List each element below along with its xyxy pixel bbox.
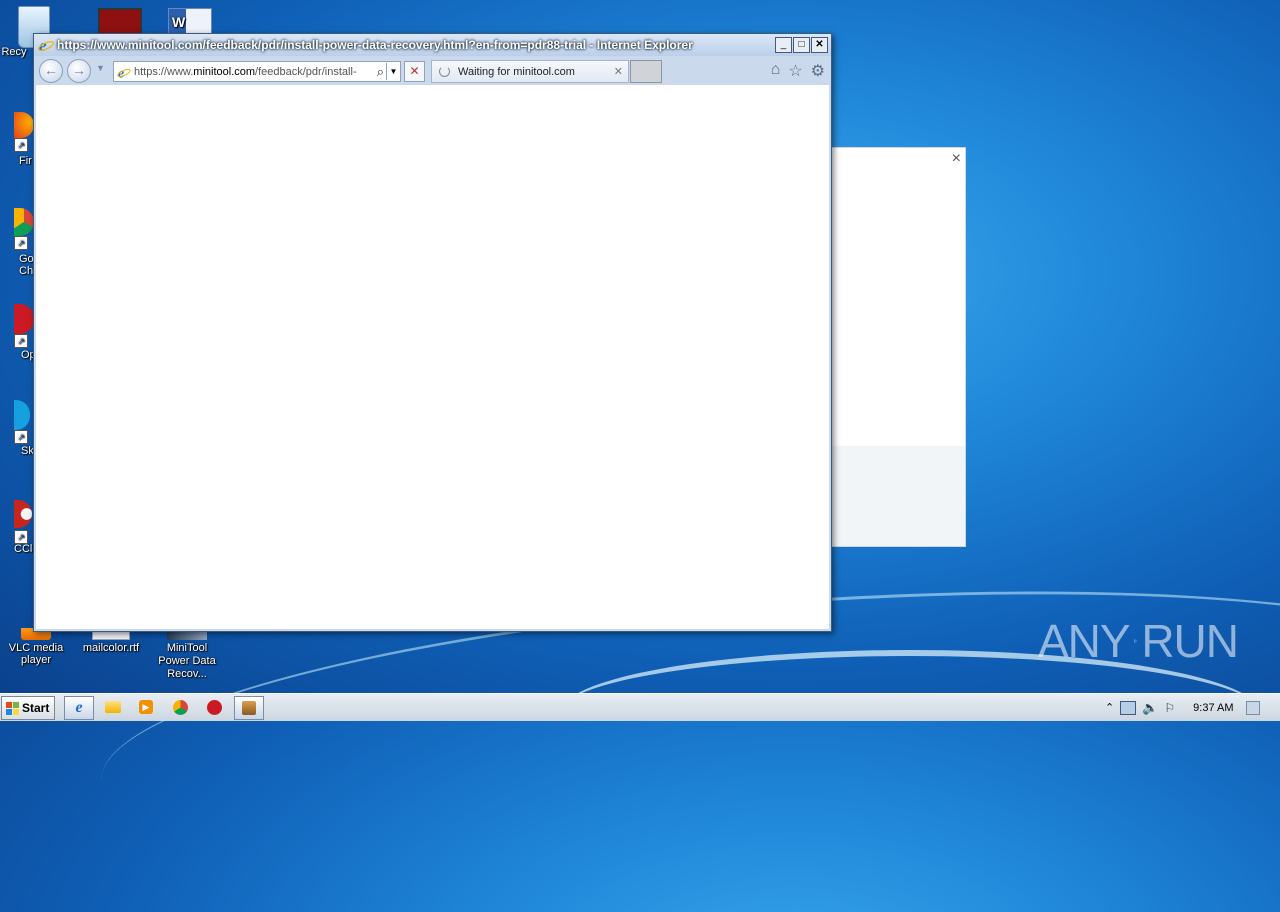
shortcut-arrow-icon: ↗ <box>14 430 28 444</box>
taskbar-explorer[interactable] <box>99 696 127 718</box>
opera-icon <box>206 699 222 715</box>
taskbar-ie[interactable]: e <box>64 696 94 720</box>
shortcut-arrow-icon: ↗ <box>14 236 28 250</box>
network-icon[interactable] <box>1120 700 1137 715</box>
desktop-icon-vlc[interactable]: VLC media player <box>4 628 68 666</box>
search-icon[interactable]: ⌕ <box>377 64 384 80</box>
desktop-icon-firefox[interactable]: ↗ Fir <box>14 112 34 167</box>
taskbar-opera[interactable] <box>200 696 228 718</box>
maximize-button[interactable]: □ <box>793 37 810 53</box>
taskbar: Start e ▶ ⌃ 🔈 ⚐ 9:37 AM <box>0 693 1280 721</box>
show-hidden-icons-icon[interactable]: ⌃ <box>1105 701 1114 714</box>
desktop-icon-label: mailcolor.rtf <box>82 642 140 654</box>
back-button[interactable]: ← <box>39 59 63 83</box>
chrome-icon <box>14 208 34 236</box>
favorites-star-icon[interactable]: ☆ <box>788 61 802 81</box>
ccleaner-icon <box>14 500 32 528</box>
background-dialog: × <box>830 147 966 547</box>
action-center-flag-icon[interactable]: ⚐ <box>1164 701 1175 715</box>
media-player-icon: ▶ <box>139 700 153 714</box>
chrome-icon <box>172 699 188 715</box>
ie-taskbar-icon: e <box>75 699 83 716</box>
desktop-icon-label: Recy <box>1 46 27 58</box>
shortcut-arrow-icon: ↗ <box>14 334 28 348</box>
address-url[interactable]: https://www.minitool.com/feedback/pdr/in… <box>134 66 377 78</box>
loading-spinner-icon <box>439 66 450 77</box>
forward-arrow-icon: → <box>72 62 86 78</box>
firefox-icon <box>14 112 34 138</box>
skype-icon <box>14 400 30 430</box>
start-button[interactable]: Start <box>1 696 55 720</box>
taskbar-media-player[interactable]: ▶ <box>132 696 160 718</box>
desktop-icon-label: MiniTool Power Data Recov... <box>158 642 216 680</box>
ie-toolbar: ← → ▼ e https://www.minitool.com/feedbac… <box>34 56 831 84</box>
desktop-icon-word[interactable]: W <box>158 8 222 36</box>
page-content[interactable] <box>36 85 829 629</box>
volume-icon[interactable]: 🔈 <box>1142 700 1158 716</box>
ie-window: e https://www.minitool.com/feedback/pdr/… <box>33 33 832 632</box>
desktop-icon-skype[interactable]: ↗ Sk <box>14 400 34 457</box>
settings-gear-icon[interactable]: ⚙ <box>811 61 825 81</box>
taskbar-chrome[interactable] <box>166 696 194 718</box>
forward-button[interactable]: → <box>67 59 91 83</box>
taskbar-minitool-installer[interactable] <box>234 696 264 720</box>
ie-logo-icon: e <box>38 37 54 53</box>
address-bar[interactable]: e https://www.minitool.com/feedback/pdr/… <box>113 61 401 82</box>
stop-button[interactable]: ✕ <box>404 61 425 82</box>
start-label: Start <box>22 701 50 715</box>
close-button[interactable]: ✕ <box>811 37 828 53</box>
watermark-left: ANY <box>1038 615 1131 667</box>
anyrun-watermark: ANY RUN <box>1038 606 1239 676</box>
history-dropdown-icon[interactable]: ▼ <box>96 63 105 73</box>
window-title: https://www.minitool.com/feedback/pdr/in… <box>57 38 693 52</box>
system-tray: ⌃ 🔈 ⚐ 9:37 AM <box>1105 694 1280 721</box>
shortcut-arrow-icon: ↗ <box>14 138 28 152</box>
desktop-icon-minitool[interactable]: MiniTool Power Data Recov... <box>150 628 224 681</box>
dialog-footer <box>831 446 965 546</box>
minimize-button[interactable]: _ <box>775 37 792 53</box>
home-icon[interactable]: ⌂ <box>771 61 781 81</box>
tab-close-icon[interactable]: ✕ <box>614 65 623 78</box>
dialog-close-icon[interactable]: × <box>952 150 961 168</box>
desktop-icon-label: Fir <box>19 155 32 167</box>
shortcut-arrow-icon: ↗ <box>14 530 28 544</box>
stop-icon: ✕ <box>409 64 420 78</box>
back-arrow-icon: ← <box>44 62 58 78</box>
desktop-icon-label: Sk <box>21 445 34 457</box>
tab-title: Waiting for minitool.com <box>458 65 575 78</box>
windows-logo-icon <box>6 701 19 715</box>
tab-active[interactable]: Waiting for minitool.com ✕ <box>431 60 629 83</box>
word-icon: W <box>168 8 212 34</box>
address-dropdown-icon[interactable]: ▼ <box>386 63 400 80</box>
show-desktop-button[interactable] <box>1245 700 1260 715</box>
new-tab-button[interactable] <box>630 60 662 83</box>
play-logo-icon <box>1133 638 1138 644</box>
ie-titlebar[interactable]: e https://www.minitool.com/feedback/pdr/… <box>34 34 831 56</box>
desktop-icon-label: VLC media player <box>8 642 64 666</box>
watermark-right: RUN <box>1141 615 1239 667</box>
folder-icon <box>105 701 121 713</box>
opera-icon <box>14 304 34 334</box>
clock[interactable]: 9:37 AM <box>1193 702 1233 714</box>
page-ie-icon: e <box>117 66 131 79</box>
installer-icon <box>242 701 256 715</box>
